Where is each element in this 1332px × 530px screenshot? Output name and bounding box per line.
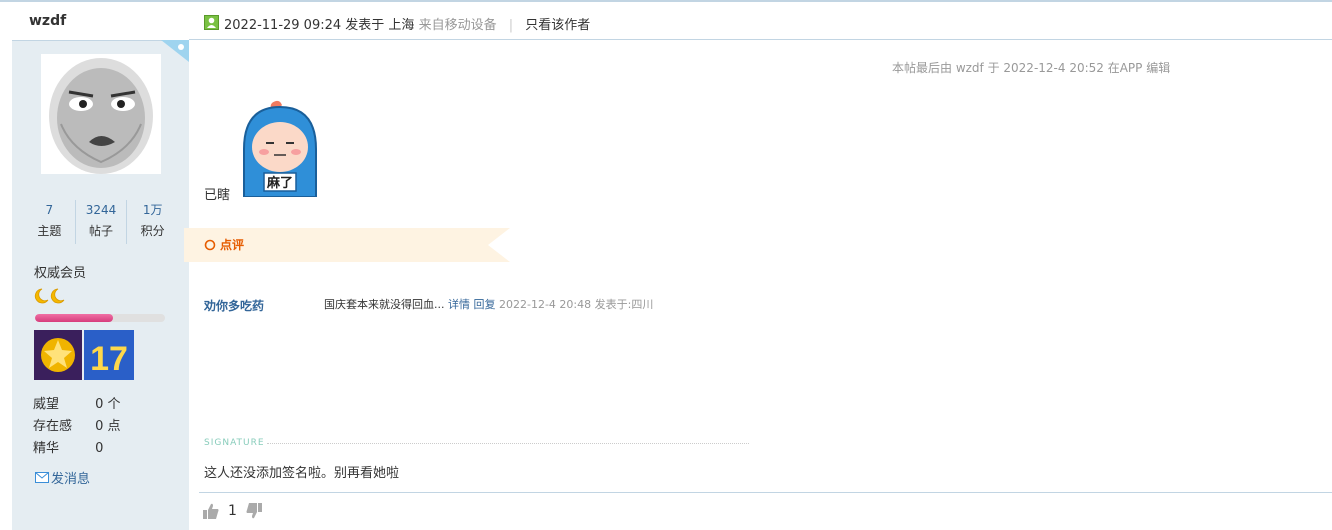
info-value: 0 点 [95, 419, 121, 434]
level-progress-bar [35, 314, 165, 322]
post-footer: 1 [202, 502, 263, 520]
user-group[interactable]: 权威会员 [34, 262, 86, 281]
signature-text: 这人还没添加签名啦。别再看她啦 [204, 466, 400, 481]
avatar[interactable] [41, 54, 161, 174]
author-sidebar: wzdf 7 主题 3244 帖子 1万 积分 权威会员 17 威望 0 个 存… [12, 2, 189, 530]
footer-divider [199, 492, 1332, 493]
info-key: 精华 [33, 441, 60, 456]
svg-text:17: 17 [90, 340, 128, 378]
author-name[interactable]: wzdf [29, 13, 66, 29]
comment-time: 2022-12-4 20:48 发表于:四川 [499, 298, 654, 311]
signature-label: SIGNATURE [204, 438, 265, 448]
stat-value: 1万 [142, 203, 163, 217]
post-meta: 2022-11-29 09:24 发表于 上海 来自移动设备 | 只看该作者 [224, 14, 590, 33]
info-value: 0 个 [95, 397, 121, 412]
stat-label: 积分 [140, 224, 165, 238]
post-device: 来自移动设备 [418, 18, 497, 33]
thumbs-down-icon[interactable] [245, 502, 263, 520]
info-key: 存在感 [33, 419, 73, 434]
comment-user[interactable]: 劝你多吃药 [204, 297, 264, 314]
divider: | [508, 18, 514, 33]
stat-posts[interactable]: 3244 帖子 [76, 200, 128, 244]
comment-body: 国庆套本来就没得回血... 详情 回复 2022-12-4 20:48 发表于:… [324, 296, 653, 312]
post-location: 发表于 上海 [345, 18, 415, 33]
like-count: 1 [228, 503, 237, 519]
comment-reply-link[interactable]: 回复 [474, 298, 496, 311]
info-row: 威望 0 个 [33, 394, 121, 416]
stat-value: 7 [45, 203, 54, 217]
author-online-icon [204, 15, 219, 30]
moon-rank-icon [34, 288, 65, 304]
send-message-link[interactable]: 发消息 [35, 468, 90, 487]
envelope-icon [35, 472, 49, 483]
stat-credits[interactable]: 1万 积分 [127, 200, 178, 244]
online-corner-icon [161, 40, 189, 62]
info-row: 精华 0 [33, 438, 121, 460]
post-header: 2022-11-29 09:24 发表于 上海 来自移动设备 | 只看该作者 [189, 2, 1332, 40]
sticker-image: 麻了 [243, 100, 317, 197]
author-info: 威望 0 个 存在感 0 点 精华 0 [33, 394, 121, 460]
author-stats: 7 主题 3244 帖子 1万 积分 [24, 200, 178, 244]
stat-label: 帖子 [89, 224, 114, 238]
level-progress-fill [35, 314, 113, 322]
info-row: 存在感 0 点 [33, 416, 121, 438]
post-content: 已瞎 [204, 188, 231, 203]
comment-title-label: 点评 [220, 238, 245, 252]
comment-detail-link[interactable]: 详情 [448, 298, 470, 311]
info-key: 威望 [33, 397, 60, 412]
stat-value: 3244 [85, 203, 117, 217]
post-date: 2022-11-29 09:24 [224, 18, 342, 33]
info-value: 0 [95, 441, 104, 456]
send-message-label: 发消息 [51, 472, 91, 487]
stat-label: 主题 [37, 224, 62, 238]
sticker-text: 麻了 [266, 175, 293, 191]
only-author-link[interactable]: 只看该作者 [525, 18, 590, 33]
edit-note: 本帖最后由 wzdf 于 2022-12-4 20:52 在APP 编辑 [892, 61, 1171, 75]
signature-divider [267, 443, 749, 444]
comment-title: 点评 [204, 236, 244, 253]
medal-badges[interactable]: 17 [34, 330, 134, 380]
author-header: wzdf [12, 2, 189, 41]
thumbs-up-icon[interactable] [202, 502, 220, 520]
stat-threads[interactable]: 7 主题 [24, 200, 76, 244]
comment-circle-icon [204, 239, 216, 250]
comment-text: 国庆套本来就没得回血... [324, 298, 445, 311]
